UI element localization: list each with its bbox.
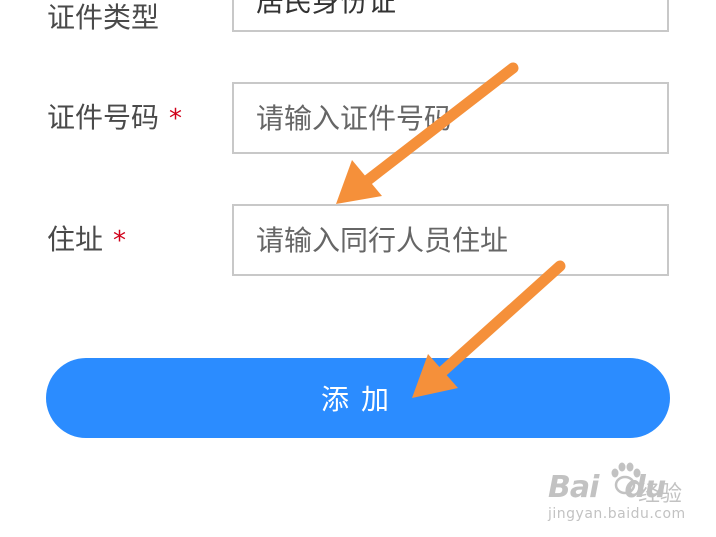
required-star: * xyxy=(169,104,183,134)
required-star: * xyxy=(113,226,127,256)
id-type-select[interactable]: 居民身份证 xyxy=(232,0,669,32)
watermark-url: jingyan.baidu.com xyxy=(548,506,686,522)
address-label: 住址 * xyxy=(47,223,127,256)
id-number-label-text: 证件号码 xyxy=(47,101,160,134)
baidu-jingyan-watermark: Bai du 经验 jingyan.baidu.com xyxy=(548,460,698,530)
add-button[interactable]: 添加 xyxy=(46,358,670,438)
address-input[interactable] xyxy=(232,204,669,276)
id-number-input[interactable] xyxy=(232,82,669,154)
id-number-label: 证件号码 * xyxy=(47,101,183,134)
address-label-text: 住址 xyxy=(47,223,104,256)
id-type-label: 证件类型 xyxy=(47,1,160,34)
jingyan-text: 经验 xyxy=(638,482,683,507)
id-type-value: 居民身份证 xyxy=(256,0,397,18)
